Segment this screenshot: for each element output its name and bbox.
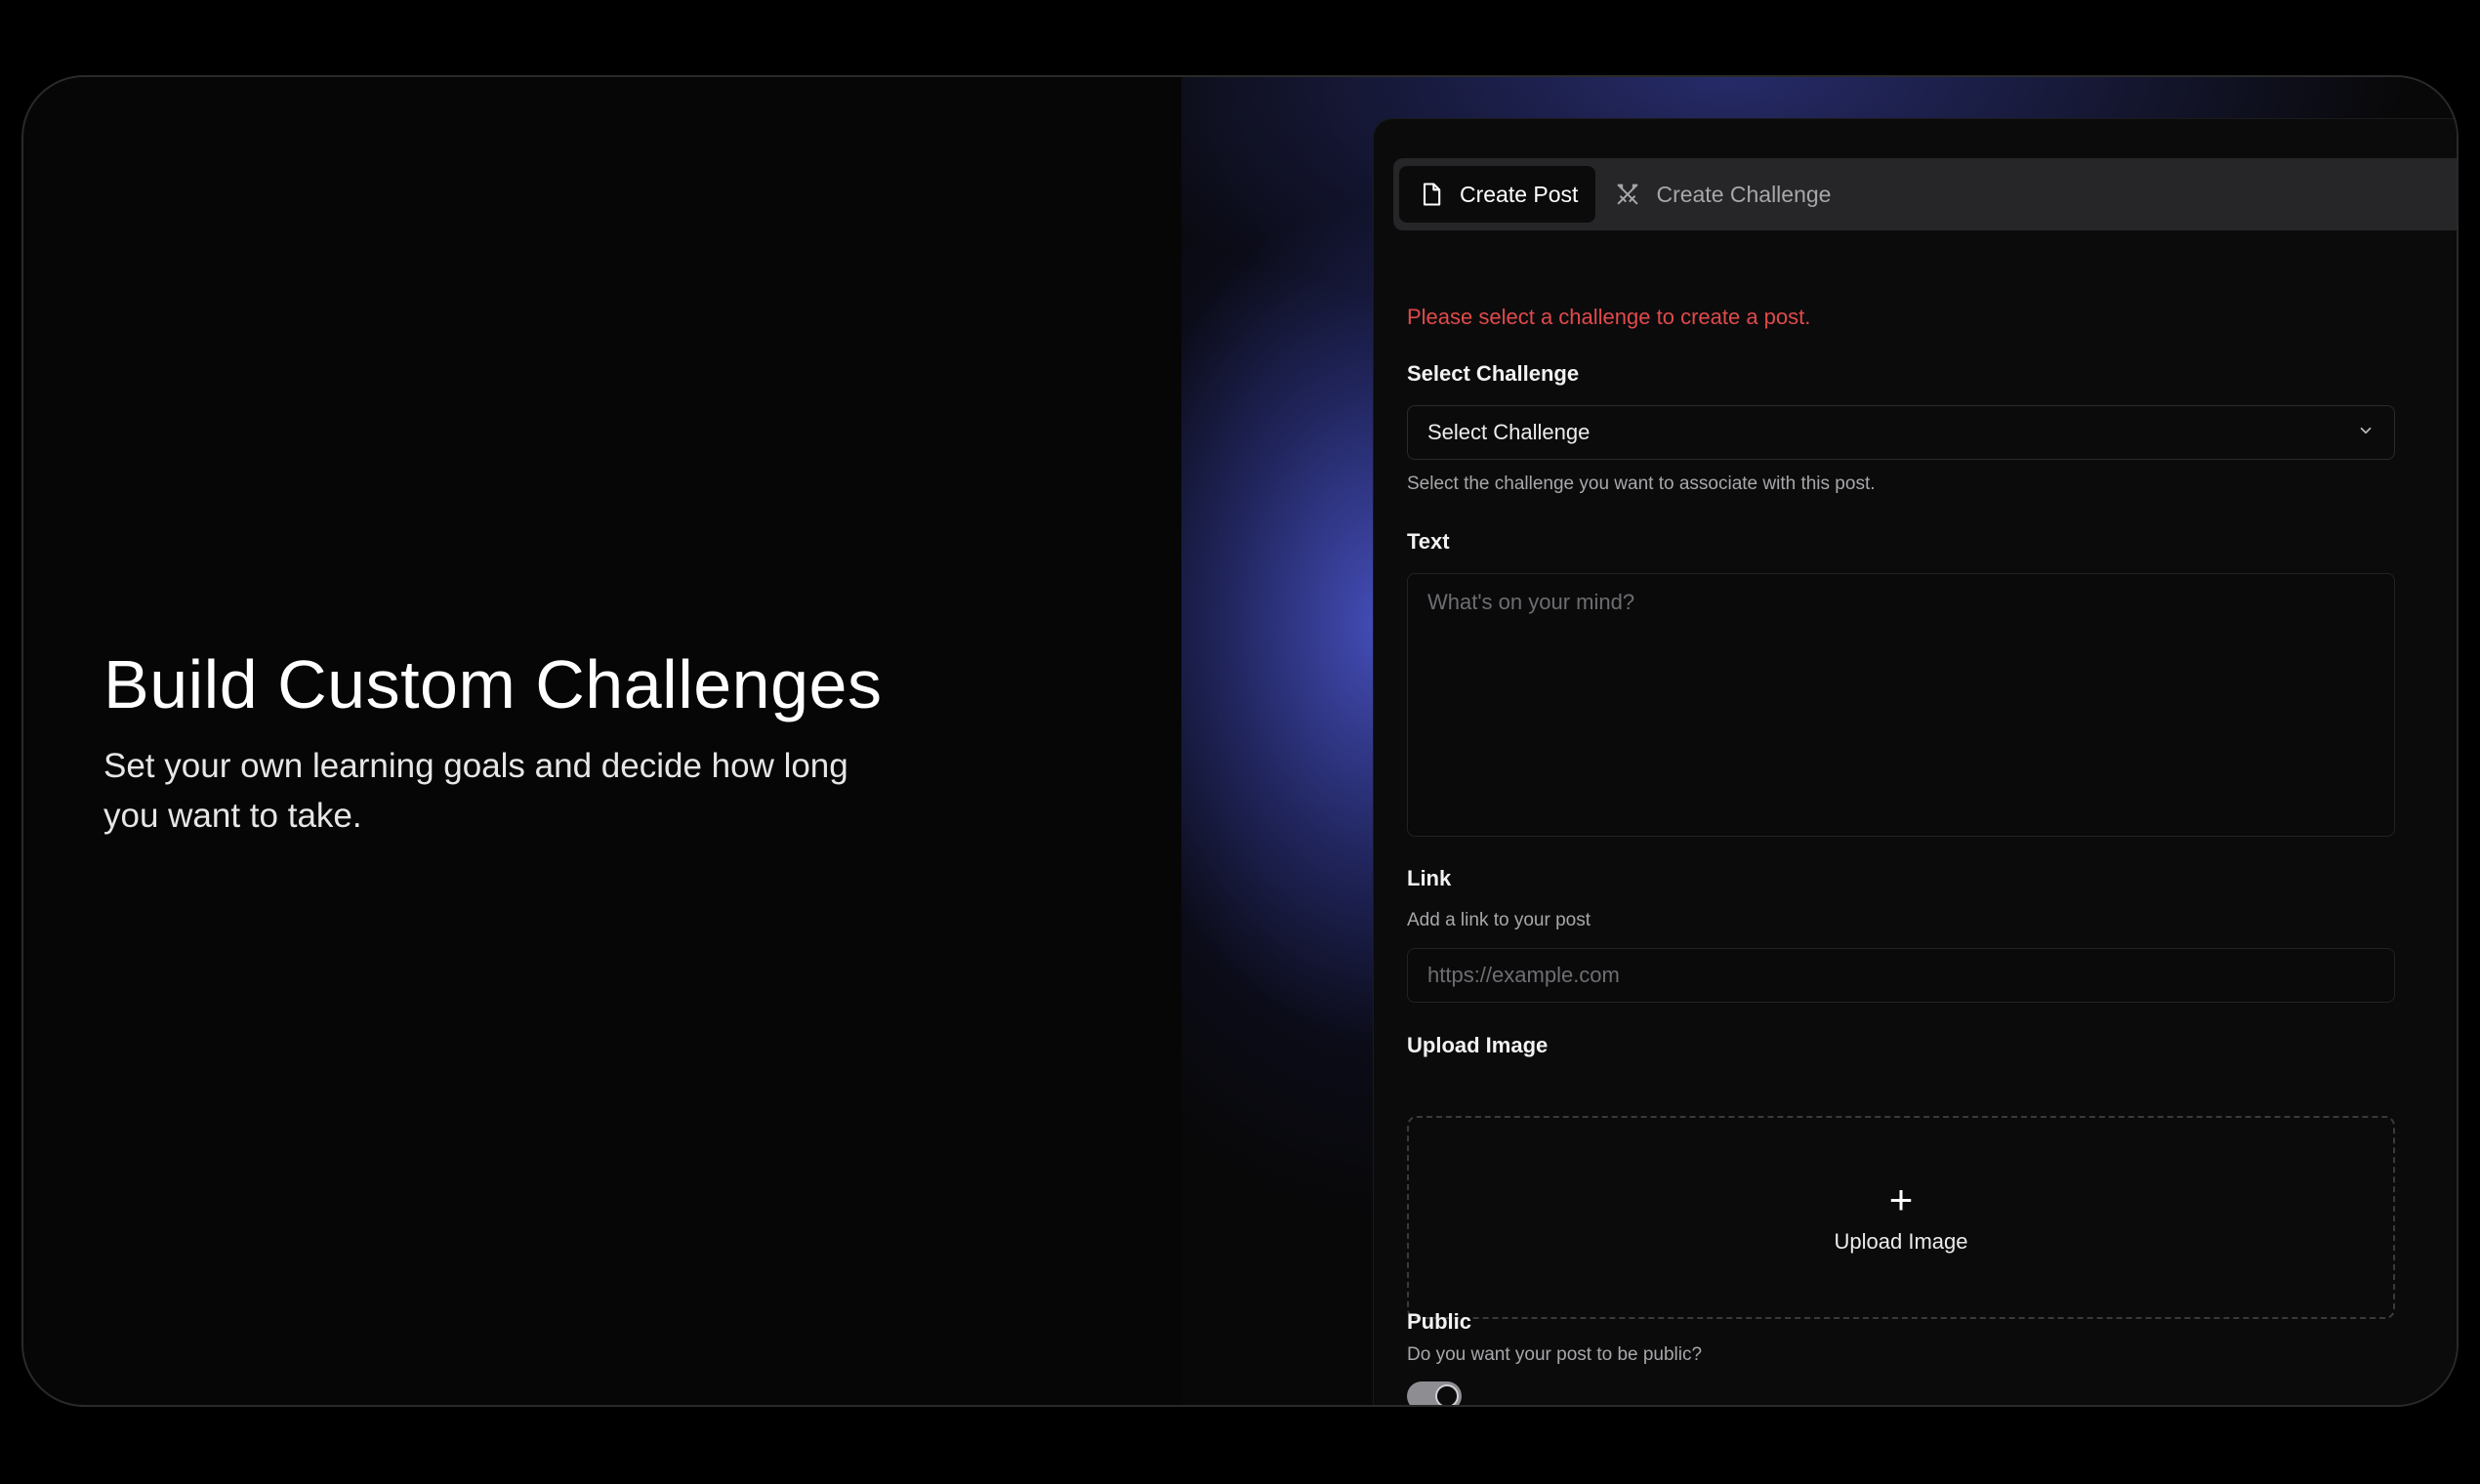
create-post-panel: Create Post Create Challenge Please sele…	[1373, 118, 2457, 1405]
challenge-select[interactable]: Select Challenge	[1407, 405, 2395, 460]
tab-create-post-label: Create Post	[1460, 181, 1579, 207]
upload-image-label: Upload Image	[1407, 1033, 1549, 1057]
crossed-swords-icon	[1613, 180, 1642, 209]
document-icon	[1417, 180, 1446, 209]
link-input[interactable]: https://example.com	[1407, 948, 2395, 1003]
link-help: Add a link to your post	[1407, 910, 1591, 930]
upload-image-button-label: Upload Image	[1834, 1229, 1968, 1254]
link-label: Link	[1407, 866, 1452, 890]
tab-bar: Create Post Create Challenge	[1393, 158, 2457, 230]
toggle-knob	[1435, 1384, 1459, 1405]
link-placeholder: https://example.com	[1427, 963, 1620, 987]
hero-subtitle: Set your own learning goals and decide h…	[103, 747, 848, 835]
tab-create-challenge[interactable]: Create Challenge	[1595, 166, 1848, 223]
app-frame: Build Custom Challenges Set your own lea…	[21, 75, 2459, 1407]
app-preview: Create Post Create Challenge Please sele…	[1181, 77, 2457, 1405]
upload-image-dropzone[interactable]: + Upload Image	[1407, 1116, 2395, 1319]
hero-section: Build Custom Challenges Set your own lea…	[103, 643, 982, 841]
public-help: Do you want your post to be public?	[1407, 1344, 1703, 1365]
text-label: Text	[1407, 529, 1450, 554]
error-message: Please select a challenge to create a po…	[1407, 305, 1811, 329]
select-challenge-help: Select the challenge you want to associa…	[1407, 474, 1876, 494]
plus-icon: +	[1888, 1176, 1914, 1222]
challenge-select-value: Select Challenge	[1427, 420, 1591, 444]
select-challenge-label: Select Challenge	[1407, 361, 1580, 386]
tab-create-challenge-label: Create Challenge	[1656, 181, 1832, 207]
hero-title: Build Custom Challenges	[103, 646, 883, 722]
public-label: Public	[1407, 1309, 1472, 1334]
tab-create-post[interactable]: Create Post	[1399, 166, 1596, 223]
public-toggle[interactable]	[1407, 1381, 1462, 1405]
chevron-down-icon	[2357, 420, 2375, 445]
text-input[interactable]: What's on your mind?	[1407, 573, 2395, 837]
